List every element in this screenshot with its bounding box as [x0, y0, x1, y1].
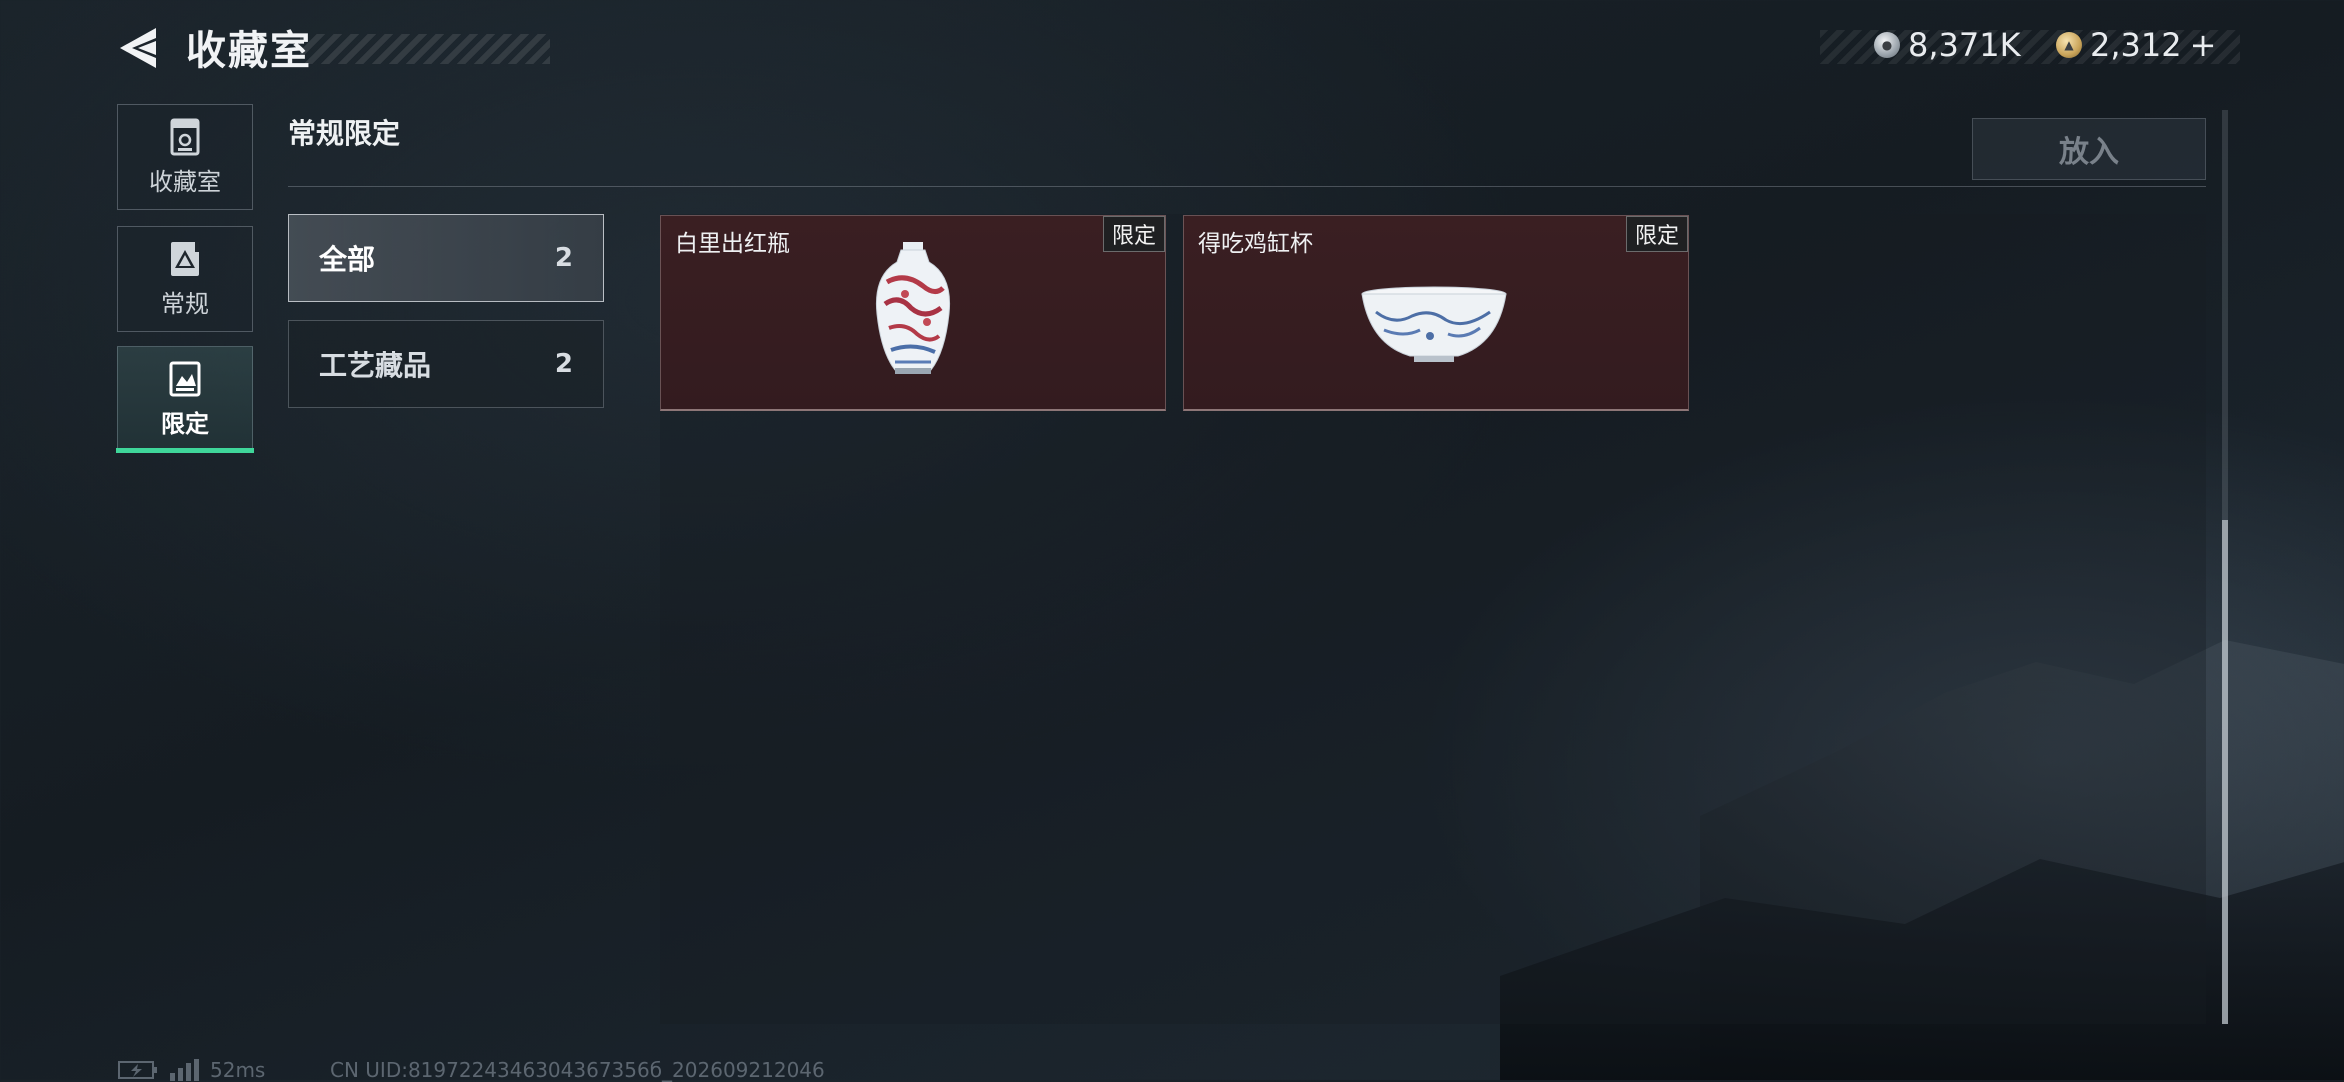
silver-coin-icon: ● — [1874, 32, 1900, 58]
item-name: 白里出红瓶 — [675, 231, 790, 257]
nav-tab-collection-room[interactable]: 收藏室 — [117, 104, 253, 210]
currency-gold: ▲ 2,312 + — [2056, 26, 2216, 64]
nav-active-indicator — [116, 448, 254, 453]
item-card-vase[interactable]: 白里出红瓶 限定 — [660, 215, 1166, 411]
put-in-button[interactable]: 放入 — [1972, 118, 2206, 180]
item-name: 得吃鸡缸杯 — [1198, 231, 1313, 257]
scrollbar-thumb[interactable] — [2222, 520, 2228, 1024]
uid-text: CN UID:8197224346304367356б_202609212046 — [330, 1058, 825, 1082]
category-label: 工艺藏品 — [319, 349, 432, 382]
category-all[interactable]: 全部 2 — [288, 214, 604, 302]
back-button[interactable] — [116, 24, 160, 72]
regular-icon — [171, 241, 199, 276]
limited-icon — [169, 361, 201, 396]
nav-tab-label: 常规 — [161, 289, 209, 318]
currency-silver: ● 8,371K — [1874, 26, 2021, 64]
nav-tab-label: 限定 — [161, 409, 209, 438]
nav-tab-regular[interactable]: 常规 — [117, 226, 253, 332]
signal-icon — [170, 1059, 199, 1081]
limited-badge: 限定 — [1625, 216, 1688, 252]
back-arrow-icon — [120, 28, 156, 68]
category-count: 2 — [554, 243, 573, 273]
battery-icon — [118, 1061, 157, 1079]
currency-silver-value: 8,371K — [1908, 26, 2021, 64]
category-count: 2 — [554, 349, 573, 379]
limited-badge: 限定 — [1102, 216, 1165, 252]
network-status: 52ms — [118, 1058, 265, 1082]
category-craft-collectibles[interactable]: 工艺藏品 2 — [288, 320, 604, 408]
section-divider — [288, 186, 2206, 187]
section-title: 常规限定 — [288, 117, 401, 150]
title-decoration — [300, 34, 550, 64]
currency-gold-value: 2,312 — [2090, 26, 2182, 64]
cup-image — [1361, 286, 1507, 362]
category-label: 全部 — [319, 243, 376, 276]
page-title: 收藏室 — [186, 28, 312, 74]
collection-room-icon — [170, 118, 200, 155]
nav-tab-limited[interactable]: 限定 — [117, 346, 253, 452]
add-currency-button[interactable]: + — [2190, 26, 2217, 64]
ping-value: 52ms — [210, 1058, 266, 1082]
item-card-cup[interactable]: 得吃鸡缸杯 限定 — [1183, 215, 1689, 411]
vase-image — [875, 242, 951, 374]
gold-coin-icon: ▲ — [2056, 32, 2082, 58]
nav-tab-label: 收藏室 — [149, 167, 221, 196]
